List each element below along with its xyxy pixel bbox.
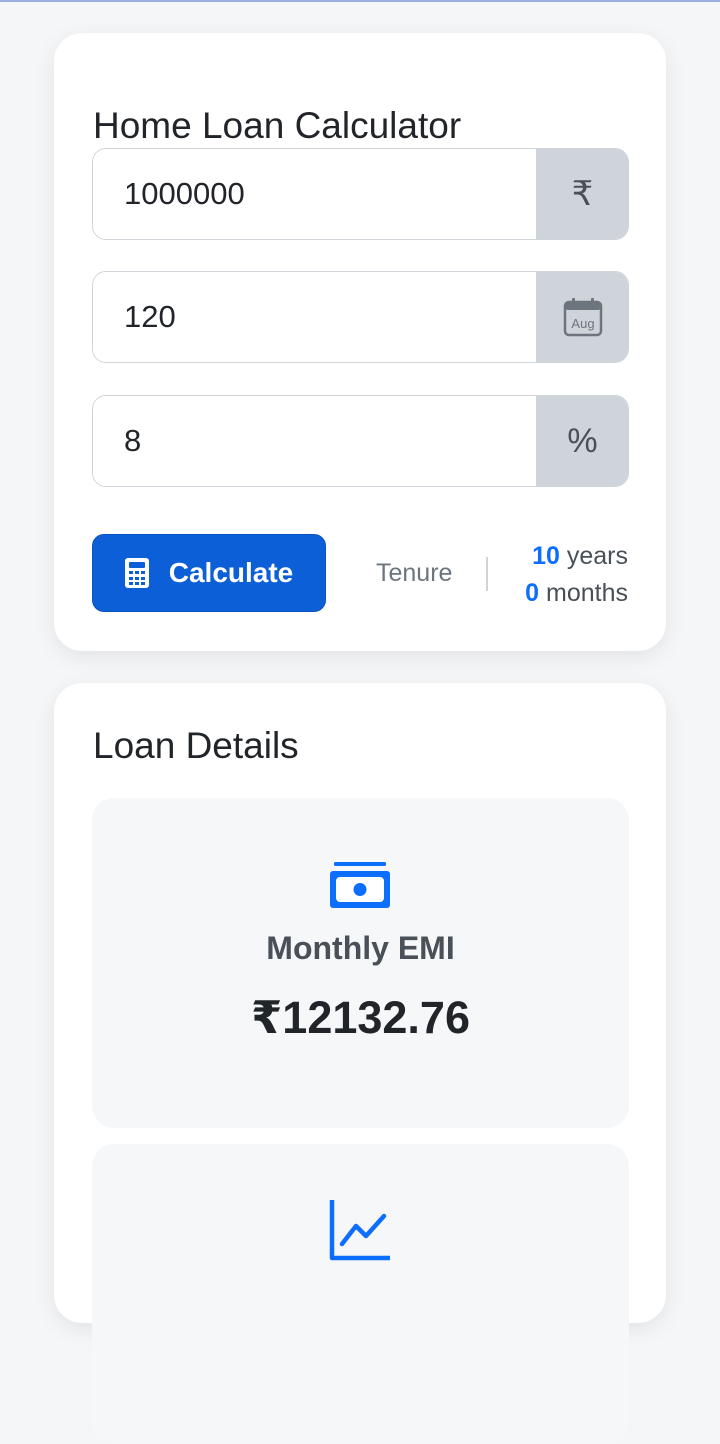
rupee-symbol: ₹ [571, 175, 594, 213]
tenure-months-input[interactable] [93, 272, 536, 362]
loan-amount-group: ₹ [92, 148, 629, 240]
line-chart-icon [329, 1200, 390, 1261]
monthly-emi-box: Monthly EMI ₹12132.76 [92, 798, 629, 1128]
loan-amount-input[interactable] [93, 149, 536, 239]
calculator-card: Home Loan Calculator ₹ Aug % [54, 33, 666, 651]
interest-rate-group: % [92, 395, 629, 487]
tenure-months-line: 0 months [525, 575, 628, 612]
monthly-emi-value: ₹12132.76 [250, 992, 470, 1043]
rupee-icon: ₹ [536, 149, 628, 239]
months-label: months [546, 579, 628, 607]
tenure-years-line: 10 years [525, 538, 628, 575]
years-label: years [566, 542, 628, 570]
tenure-divider [486, 557, 488, 591]
monthly-emi-label: Monthly EMI [266, 930, 455, 966]
loan-details-title: Loan Details [93, 725, 299, 766]
calculate-button[interactable]: Calculate [92, 534, 326, 612]
cash-icon [330, 862, 390, 908]
calculator-icon [124, 558, 149, 588]
calendar-month-text: Aug [571, 316, 594, 331]
next-stat-box [92, 1144, 629, 1444]
tenure-months-group: Aug [92, 271, 629, 363]
calendar-icon: Aug [536, 272, 628, 362]
top-border [0, 0, 720, 2]
percent-icon: % [536, 396, 628, 486]
tenure-months-value: 0 [525, 579, 540, 607]
tenure-label: Tenure [376, 559, 453, 587]
loan-details-card: Loan Details Monthly EMI ₹12132.76 [54, 683, 666, 1444]
tenure-summary: 10 years 0 months [525, 538, 628, 612]
percent-symbol: % [567, 421, 598, 460]
tenure-years-value: 10 [532, 542, 560, 570]
calculate-label: Calculate [168, 557, 294, 588]
page-title: Home Loan Calculator [93, 105, 462, 146]
interest-rate-input[interactable] [93, 396, 536, 486]
